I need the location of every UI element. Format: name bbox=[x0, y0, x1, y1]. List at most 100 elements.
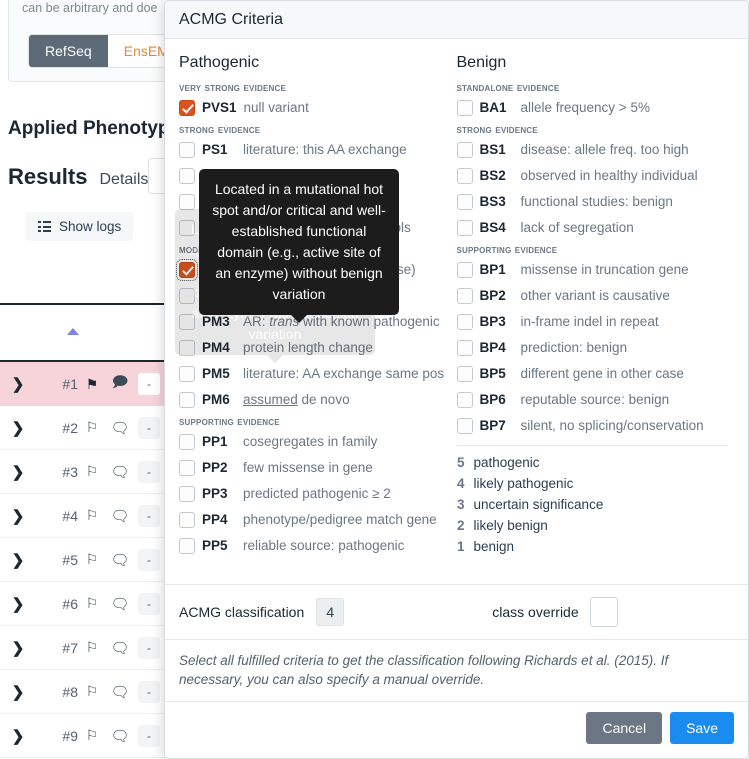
legend-number: 5 bbox=[456, 455, 465, 470]
criterion-bp4[interactable]: BP4 prediction: benign bbox=[456, 338, 729, 359]
criterion-bp2[interactable]: BP2 other variant is causative bbox=[456, 286, 729, 307]
comment-icon[interactable]: 🗨 bbox=[106, 595, 134, 613]
criterion-pp2[interactable]: PP2 few missense in gene bbox=[179, 458, 451, 479]
row-expand-icon[interactable]: ❯ bbox=[0, 419, 36, 437]
row-expand-icon[interactable]: ❯ bbox=[0, 595, 36, 613]
row-expand-icon[interactable]: ❯ bbox=[0, 375, 36, 393]
sort-ascending-icon[interactable] bbox=[67, 328, 79, 335]
row-class-badge[interactable]: - bbox=[138, 416, 160, 439]
checkbox-bs1[interactable] bbox=[456, 142, 473, 158]
checkbox-ps1[interactable] bbox=[179, 142, 195, 158]
criterion-pm6[interactable]: PM6 assumed de novo bbox=[179, 390, 451, 411]
criterion-bs4[interactable]: BS4 lack of segregation bbox=[456, 218, 729, 239]
comment-icon[interactable]: 🗨 bbox=[106, 727, 134, 745]
criterion-bp1[interactable]: BP1 missense in truncation gene bbox=[456, 260, 729, 281]
checkbox-bp3[interactable] bbox=[456, 314, 473, 330]
criterion-pm5[interactable]: PM5 literature: AA exchange same pos bbox=[179, 364, 451, 385]
checkbox-pp5[interactable] bbox=[179, 538, 195, 554]
checkbox-pp3[interactable] bbox=[179, 486, 195, 502]
criterion-pp1[interactable]: PP1 cosegregates in family bbox=[179, 432, 451, 453]
save-button[interactable]: Save bbox=[670, 712, 734, 744]
comment-icon[interactable]: 🗨 bbox=[106, 639, 134, 657]
criterion-ps1[interactable]: PS1 literature: this AA exchange bbox=[179, 140, 451, 161]
checkbox-bp1[interactable] bbox=[456, 262, 473, 278]
criterion-bs1[interactable]: BS1 disease: allele freq. too high bbox=[456, 140, 729, 161]
checkbox-pp4[interactable] bbox=[179, 512, 195, 528]
help-text: Select all fulfilled criteria to get the… bbox=[179, 653, 669, 687]
criterion-bs2[interactable]: BS2 observed in healthy individual bbox=[456, 166, 729, 187]
row-expand-icon[interactable]: ❯ bbox=[0, 507, 36, 525]
bookmark-icon[interactable]: ⚐ bbox=[78, 463, 106, 480]
checkbox-ps2[interactable] bbox=[179, 168, 195, 184]
criterion-ba1[interactable]: BA1 allele frequency > 5% bbox=[456, 98, 729, 119]
dialog-title: ACMG Criteria bbox=[179, 10, 284, 28]
checkbox-bp6[interactable] bbox=[456, 392, 473, 408]
checkbox-bs3[interactable] bbox=[456, 194, 473, 210]
bookmark-icon[interactable]: ⚐ bbox=[78, 507, 106, 524]
class-override-label: class override bbox=[492, 604, 579, 620]
checkbox-pm6[interactable] bbox=[179, 392, 195, 408]
bookmark-icon[interactable]: ⚐ bbox=[78, 551, 106, 568]
row-class-badge[interactable]: - bbox=[138, 680, 160, 703]
criterion-code: PP3 bbox=[202, 486, 228, 501]
criterion-bp7[interactable]: BP7 silent, no splicing/conservation bbox=[456, 416, 729, 437]
criterion-description: other variant is causative bbox=[520, 288, 670, 303]
bookmark-icon[interactable]: ⚐ bbox=[78, 639, 106, 656]
checkbox-pp1[interactable] bbox=[179, 434, 195, 450]
row-class-badge[interactable]: - bbox=[138, 504, 160, 527]
criterion-bp5[interactable]: BP5 different gene in other case bbox=[456, 364, 729, 385]
bookmark-icon[interactable]: ⚐ bbox=[78, 595, 106, 612]
checkbox-bs2[interactable] bbox=[456, 168, 473, 184]
criterion-pp3[interactable]: PP3 predicted pathogenic ≥ 2 bbox=[179, 484, 451, 505]
checkbox-bs4[interactable] bbox=[456, 220, 473, 236]
comment-icon[interactable]: 🗨 bbox=[106, 419, 134, 437]
checkbox-bp7[interactable] bbox=[456, 418, 473, 434]
bookmark-icon[interactable]: ⚐ bbox=[78, 419, 106, 436]
criterion-code: BP1 bbox=[479, 262, 506, 277]
comment-icon[interactable]: 🗨 bbox=[106, 507, 134, 525]
row-expand-icon[interactable]: ❯ bbox=[0, 463, 36, 481]
legend-item: 4 likely pathogenic bbox=[457, 473, 729, 494]
legend-item: 5 pathogenic bbox=[457, 452, 729, 473]
comment-icon[interactable]: 🗩 bbox=[106, 372, 134, 397]
criterion-bp3[interactable]: BP3 in-frame indel in repeat bbox=[456, 312, 729, 333]
checkbox-bp2[interactable] bbox=[456, 288, 473, 304]
tab-refseq[interactable]: RefSeq bbox=[29, 35, 108, 67]
row-class-badge[interactable]: - bbox=[138, 460, 160, 483]
criterion-pp4[interactable]: PP4 phenotype/pedigree match gene bbox=[179, 510, 451, 531]
results-details-label[interactable]: Details bbox=[99, 171, 148, 189]
criterion-bs3[interactable]: BS3 functional studies: benign bbox=[456, 192, 729, 213]
checkbox-pm5[interactable] bbox=[179, 366, 195, 382]
show-logs-button[interactable]: Show logs bbox=[26, 212, 134, 241]
legend-item: 3 uncertain significance bbox=[457, 494, 729, 515]
checkbox-bp5[interactable] bbox=[456, 366, 473, 382]
comment-icon[interactable]: 🗨 bbox=[106, 551, 134, 569]
checkbox-ps3[interactable] bbox=[179, 194, 195, 210]
comment-icon[interactable]: 🗨 bbox=[106, 683, 134, 701]
row-class-badge[interactable]: - bbox=[138, 592, 160, 615]
row-expand-icon[interactable]: ❯ bbox=[0, 639, 36, 657]
criterion-pvs1[interactable]: PVS1 null variant bbox=[179, 98, 451, 119]
bookmark-icon[interactable]: ⚐ bbox=[78, 683, 106, 700]
row-class-badge[interactable]: - bbox=[138, 373, 160, 395]
show-logs-label: Show logs bbox=[59, 219, 122, 234]
class-override-input[interactable] bbox=[589, 597, 618, 627]
criterion-code: BP3 bbox=[479, 314, 506, 329]
criterion-pp5[interactable]: PP5 reliable source: pathogenic bbox=[179, 536, 451, 557]
checkbox-bp4[interactable] bbox=[456, 340, 473, 356]
row-class-badge[interactable]: - bbox=[138, 724, 160, 747]
checkbox-ba1[interactable] bbox=[456, 100, 473, 116]
checkbox-pvs1[interactable] bbox=[179, 100, 195, 116]
row-class-badge[interactable]: - bbox=[138, 636, 160, 659]
row-class-badge[interactable]: - bbox=[138, 548, 160, 571]
bookmark-icon[interactable]: ⚑ bbox=[78, 376, 106, 393]
criterion-description: literature: AA exchange same pos bbox=[243, 366, 445, 381]
cancel-button[interactable]: Cancel bbox=[586, 712, 663, 744]
row-expand-icon[interactable]: ❯ bbox=[0, 683, 36, 701]
row-expand-icon[interactable]: ❯ bbox=[0, 727, 36, 745]
comment-icon[interactable]: 🗨 bbox=[106, 463, 134, 481]
row-expand-icon[interactable]: ❯ bbox=[0, 551, 36, 569]
checkbox-pp2[interactable] bbox=[179, 460, 195, 476]
bookmark-icon[interactable]: ⚐ bbox=[78, 727, 106, 744]
criterion-bp6[interactable]: BP6 reputable source: benign bbox=[456, 390, 729, 411]
